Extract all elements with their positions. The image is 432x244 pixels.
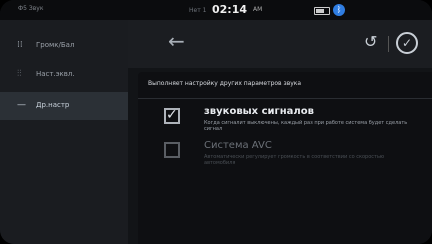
status-bar: Ф5 Звук Нет 1 02:14 AM ᛒ	[0, 0, 432, 20]
bluetooth-icon: ᛒ	[333, 4, 345, 16]
option-subtitle: Автоматически регулирует громкость в соо…	[204, 154, 385, 166]
header-bar: ← ↺ ✓	[128, 20, 432, 68]
reset-icon[interactable]: ↺	[364, 33, 377, 51]
status-carrier: Ф5 Звук	[18, 5, 44, 12]
option-title: Система AVC	[204, 140, 272, 151]
status-date: Нет 1	[189, 7, 207, 14]
sidebar: ⁞⁞ Громк/Бал ⫶⫶ Наст.эквл. — Др.настр	[0, 20, 128, 244]
arrow-left-icon[interactable]: ←	[168, 30, 185, 52]
status-time: 02:14	[212, 3, 248, 16]
divider	[388, 36, 389, 52]
checkbox-unchecked-icon[interactable]	[164, 142, 180, 158]
sliders-icon: ⫶⫶	[17, 69, 22, 79]
menu-icon: —	[17, 100, 26, 110]
head-unit-screen: Ф5 Звук Нет 1 02:14 AM ᛒ ⁞⁞ Громк/Бал ⫶⫶…	[0, 0, 432, 244]
settings-panel: Выполняет настройку других параметров зв…	[138, 72, 432, 244]
status-ampm: AM	[253, 6, 263, 13]
panel-description: Выполняет настройку других параметров зв…	[148, 80, 302, 87]
battery-icon	[314, 7, 330, 15]
sidebar-item-volume-balance[interactable]: ⁞⁞ Громк/Бал	[0, 32, 128, 60]
checkbox-checked-icon[interactable]	[164, 107, 180, 124]
sidebar-item-label: Наст.эквл.	[36, 70, 75, 78]
check-circle-icon[interactable]: ✓	[396, 32, 418, 54]
option-beep-sounds[interactable]: звуковых сигналов Когда сигналит выключе…	[160, 106, 420, 138]
equalizer-icon: ⁞⁞	[17, 40, 23, 50]
sidebar-item-other-settings[interactable]: — Др.настр	[0, 92, 128, 120]
option-title: звуковых сигналов	[204, 106, 314, 117]
sidebar-item-equalizer[interactable]: ⫶⫶ Наст.эквл.	[0, 61, 128, 89]
divider	[138, 98, 432, 99]
sidebar-item-label: Громк/Бал	[36, 41, 75, 49]
option-avc-system[interactable]: Система AVC Автоматически регулирует гро…	[160, 140, 420, 172]
sidebar-item-label: Др.настр	[36, 101, 70, 109]
option-subtitle: Когда сигналит выключены, каждый раз при…	[204, 120, 408, 132]
